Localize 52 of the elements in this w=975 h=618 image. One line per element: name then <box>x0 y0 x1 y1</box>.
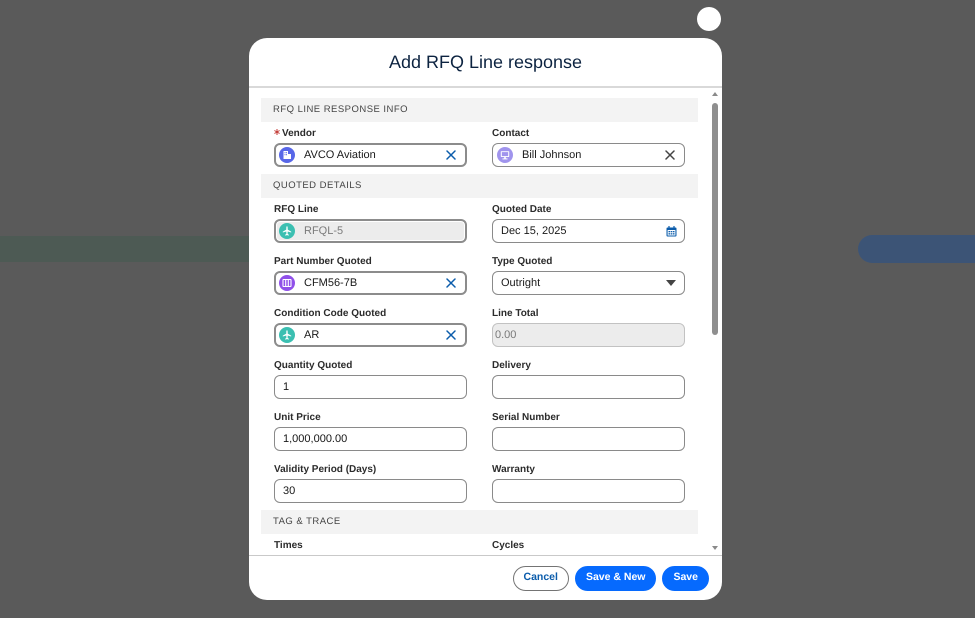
lookup-field[interactable]: AR <box>274 323 467 347</box>
text-field[interactable] <box>492 375 685 399</box>
field-label: Delivery <box>492 359 531 373</box>
field-label: Validity Period (Days) <box>274 463 376 477</box>
scroll-down-arrow-icon[interactable] <box>712 546 718 550</box>
text-field[interactable]: 30 <box>274 479 467 503</box>
text-field[interactable]: 1 <box>274 375 467 399</box>
field-value: Dec 15, 2025 <box>501 224 566 239</box>
field-value: CFM56-7B <box>304 276 358 291</box>
clear-icon[interactable] <box>665 150 675 160</box>
footer-button[interactable]: Cancel <box>512 566 569 590</box>
field-label: Quoted Date <box>492 203 552 217</box>
lookup-field[interactable]: AVCO Aviation <box>274 143 467 167</box>
field-label: RFQ Line <box>274 203 318 217</box>
field-label: Unit Price <box>274 411 321 425</box>
text-field[interactable]: 1,000,000.00 <box>274 427 467 451</box>
caret-down-icon[interactable] <box>666 280 676 286</box>
section-header: TAG & TRACE <box>261 510 698 534</box>
field-value: RFQL-5 <box>304 224 344 239</box>
section-header: RFQ LINE RESPONSE INFO <box>261 98 698 122</box>
clear-icon[interactable] <box>446 278 456 288</box>
scrollbar-thumb[interactable] <box>712 103 718 335</box>
footer-button[interactable]: Save & New <box>574 566 656 590</box>
field-label: Line Total <box>492 307 538 321</box>
field-label: Cycles <box>492 539 524 553</box>
dialog-title: Add RFQ Line response <box>388 50 582 74</box>
lookup-field[interactable]: Bill Johnson <box>492 143 685 167</box>
scroll-up-arrow-icon[interactable] <box>712 92 718 96</box>
field-label: Contact <box>492 127 530 141</box>
field-label: Vendor <box>282 127 316 141</box>
field-value: AVCO Aviation <box>304 148 376 163</box>
clear-icon[interactable] <box>446 330 456 340</box>
field-label: Serial Number <box>492 411 560 425</box>
calendar-icon[interactable] <box>666 226 677 236</box>
field-label: Condition Code Quoted <box>274 307 386 321</box>
text-field[interactable] <box>492 427 685 451</box>
footer-button[interactable]: Save <box>662 566 709 590</box>
field-label: Type Quoted <box>492 255 552 269</box>
field-value: Outright <box>501 276 540 291</box>
field-label: Warranty <box>492 463 535 477</box>
clear-icon[interactable] <box>446 150 456 160</box>
close-button[interactable] <box>697 7 721 31</box>
picklist-field[interactable]: Outright <box>492 271 685 295</box>
section-header: QUOTED DETAILS <box>261 174 698 198</box>
date-field[interactable]: Dec 15, 2025 <box>492 219 685 243</box>
field-value: AR <box>304 328 320 343</box>
field-label: Part Number Quoted <box>274 255 372 269</box>
field-value: Bill Johnson <box>522 148 582 163</box>
field-label: Quantity Quoted <box>274 359 352 373</box>
text-field[interactable] <box>492 479 685 503</box>
lookup-field[interactable]: CFM56-7B <box>274 271 467 295</box>
field-label: Times <box>274 539 303 553</box>
